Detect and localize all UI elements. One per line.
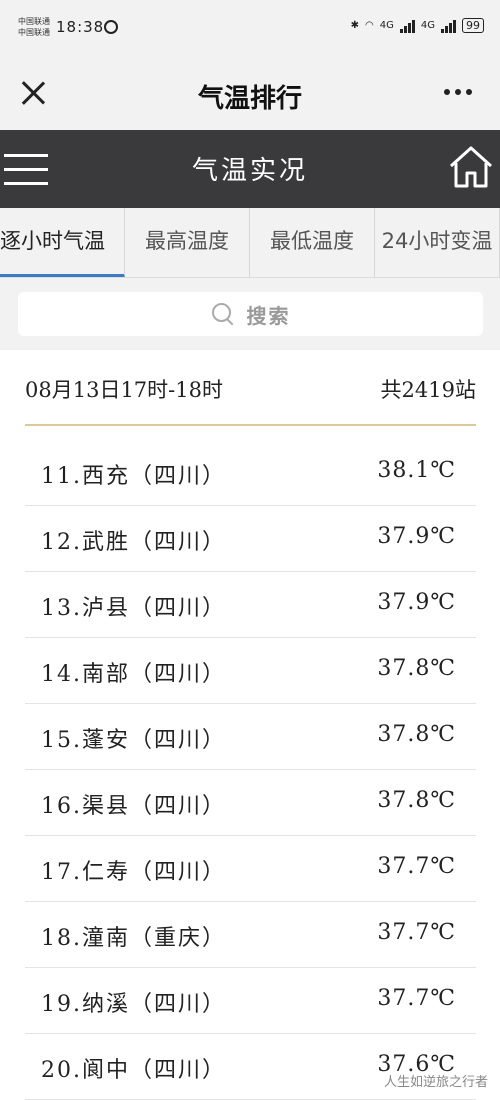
carrier-2: 中国联通	[18, 28, 50, 37]
more-options-button[interactable]	[444, 89, 472, 95]
alarm-icon	[104, 20, 118, 34]
watermark: 人生如逆旅之行者	[383, 1075, 488, 1090]
battery-icon: 99	[462, 18, 484, 33]
signal-icon-1	[399, 19, 415, 33]
station-temp: 37.8℃	[377, 788, 456, 813]
station-name: 19.纳溪（四川）	[41, 992, 226, 1017]
station-name: 20.阆中（四川）	[41, 1058, 226, 1083]
station-name: 14.南部（四川）	[41, 662, 226, 687]
station-temp: 37.7℃	[377, 920, 456, 945]
list-header: 08月13日17时-18时 共2419站	[25, 352, 476, 426]
home-button[interactable]	[448, 144, 494, 190]
list-item[interactable]: 14.南部（四川） 37.8℃	[25, 638, 476, 704]
tab-max-temp[interactable]: 最高温度	[125, 208, 250, 277]
status-bar: 中国联通 中国联通 18:38 ✱ ◠ 4G 4G 99	[0, 0, 500, 56]
dot-icon	[455, 89, 461, 95]
signal-icon-2	[441, 19, 456, 33]
list-item[interactable]: 19.纳溪（四川） 37.7℃	[25, 968, 476, 1034]
station-temp: 37.7℃	[377, 986, 456, 1011]
station-name: 16.渠县（四川）	[41, 794, 226, 819]
list-item[interactable]: 20.阆中（四川） 37.6℃	[25, 1034, 476, 1100]
list-item[interactable]: 16.渠县（四川） 37.8℃	[25, 770, 476, 836]
tab-bar: 逐小时气温 最高温度 最低温度 24小时变温	[0, 208, 500, 278]
search-area: 搜索	[0, 278, 500, 350]
list-item[interactable]: 12.武胜（四川） 37.9℃	[25, 506, 476, 572]
station-temp: 37.7℃	[377, 854, 456, 879]
network-type-1: 4G	[379, 20, 394, 31]
wifi-icon: ◠	[365, 20, 374, 31]
app-title-bar: 气温排行	[0, 56, 500, 130]
station-name: 15.蓬安（四川）	[41, 728, 226, 753]
station-name: 18.潼南（重庆）	[41, 926, 226, 951]
ranking-list: 11.西充（四川） 38.1℃ 12.武胜（四川） 37.9℃ 13.泸县（四川…	[25, 440, 476, 1100]
station-temp: 37.9℃	[377, 524, 456, 549]
tab-24h-change[interactable]: 24小时变温	[375, 208, 500, 277]
tab-min-temp[interactable]: 最低温度	[250, 208, 375, 277]
station-name: 11.西充（四川）	[41, 464, 226, 489]
station-count: 共2419站	[380, 378, 476, 402]
search-icon	[211, 302, 235, 326]
list-item[interactable]: 11.西充（四川） 38.1℃	[25, 440, 476, 506]
tab-hourly-temp[interactable]: 逐小时气温	[0, 208, 125, 277]
carrier-labels: 中国联通 中国联通	[18, 16, 50, 38]
section-title: 气温实况	[191, 156, 308, 186]
carrier-1: 中国联通	[18, 17, 50, 26]
status-time: 18:38	[56, 18, 105, 36]
list-item[interactable]: 18.潼南（重庆） 37.7℃	[25, 902, 476, 968]
station-temp: 37.8℃	[377, 656, 456, 681]
dot-icon	[466, 89, 472, 95]
page-title: 气温排行	[197, 84, 302, 114]
station-name: 13.泸县（四川）	[41, 596, 226, 621]
dot-icon	[444, 89, 450, 95]
status-indicators: ✱ ◠ 4G 4G 99	[351, 18, 484, 33]
station-name: 12.武胜（四川）	[41, 530, 226, 555]
list-item[interactable]: 13.泸县（四川） 37.9℃	[25, 572, 476, 638]
search-placeholder: 搜索	[246, 303, 291, 328]
section-header: 气温实况	[0, 130, 500, 208]
bluetooth-icon: ✱	[350, 20, 360, 31]
station-temp: 37.9℃	[377, 590, 456, 615]
list-item[interactable]: 15.蓬安（四川） 37.8℃	[25, 704, 476, 770]
station-name: 17.仁寿（四川）	[41, 860, 226, 885]
search-input[interactable]: 搜索	[18, 292, 483, 336]
home-icon	[449, 146, 493, 188]
station-temp: 37.8℃	[377, 722, 456, 747]
time-range: 08月13日17时-18时	[25, 378, 223, 402]
network-type-2: 4G	[420, 20, 435, 31]
list-item[interactable]: 17.仁寿（四川） 37.7℃	[25, 836, 476, 902]
station-temp: 38.1℃	[377, 458, 456, 483]
